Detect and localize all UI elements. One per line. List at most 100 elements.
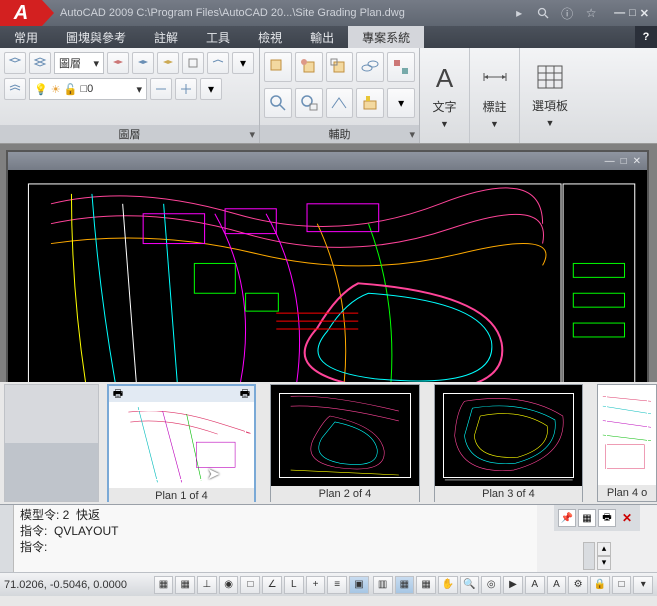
annotation-visibility-icon[interactable]: A [547, 576, 567, 594]
ducs-toggle[interactable]: L [284, 576, 304, 594]
lwt-toggle[interactable]: ≡ [327, 576, 347, 594]
grid-toggle[interactable]: ▦ [175, 576, 195, 594]
workspace-switch-icon[interactable]: ⚙ [568, 576, 588, 594]
layer-tool-2[interactable] [29, 52, 51, 74]
scroll-up-icon[interactable]: ▴ [597, 542, 611, 556]
layout-tile-2[interactable]: Plan 2 of 4 [270, 384, 420, 502]
layer-states-icon[interactable] [4, 78, 26, 100]
doc-close-button[interactable]: ✕ [633, 156, 641, 167]
grid-icon [536, 64, 564, 93]
menu-item-project[interactable]: 專案系統 [348, 26, 424, 48]
panel-expand-icon-2[interactable]: ▾ [409, 128, 415, 141]
menu-item-view[interactable]: 檢視 [244, 26, 296, 48]
minimize-button[interactable]: — [614, 7, 625, 20]
chevron-down-icon: ▼ [490, 119, 499, 129]
qat-dropdown[interactable]: ▸ [508, 4, 530, 22]
snap-toggle[interactable]: ▦ [154, 576, 174, 594]
layer-tool-10[interactable] [175, 78, 197, 100]
layer-dropdown[interactable]: 圖層 ▾ [54, 52, 104, 74]
command-history[interactable]: 模型令: 2 快返 指令: QVLAYOUT 指令: [14, 505, 537, 572]
close-button[interactable]: ✕ [640, 7, 649, 20]
help-icon[interactable]: ? [635, 26, 657, 48]
status-menu-icon[interactable]: ▾ [633, 576, 653, 594]
ribbon: 圖層 ▾ ▾ 💡 ☀ 🔓 □ 0 ▾ ▾ 圖層▾ [0, 48, 657, 144]
layer-tool-8[interactable]: ▾ [232, 52, 254, 74]
layer-tool-1[interactable] [4, 52, 26, 74]
layer-tool-5[interactable] [157, 52, 179, 74]
aux-tool-dropdown[interactable]: ▾ [387, 88, 415, 118]
menu-item-annotate[interactable]: 註解 [140, 26, 192, 48]
chevron-down-icon: ▼ [546, 118, 555, 128]
dyn-toggle[interactable]: + [306, 576, 326, 594]
panel-expand-icon[interactable]: ▾ [249, 128, 255, 141]
pan-icon[interactable]: ✋ [438, 576, 458, 594]
ortho-toggle[interactable]: ⊥ [197, 576, 217, 594]
zoom-window-icon[interactable] [295, 88, 323, 118]
menu-item-home[interactable]: 常用 [0, 26, 52, 48]
maximize-button[interactable]: □ [629, 7, 636, 20]
info-icon[interactable]: ⓘ [556, 4, 578, 22]
quickview-layouts-icon[interactable]: ▦ [395, 576, 415, 594]
showmotion-icon[interactable]: ▶ [503, 576, 523, 594]
titlebar: A AutoCAD 2009 C:\Program Files\AutoCAD … [0, 0, 657, 26]
scroll-down-icon[interactable]: ▾ [597, 556, 611, 570]
quickview-drawings-icon[interactable]: ▦ [416, 576, 436, 594]
toolbar-lock-icon[interactable]: 🔒 [590, 576, 610, 594]
layer-current-dropdown[interactable]: 💡 ☀ 🔓 □ 0 ▾ [29, 78, 147, 100]
pin-icon[interactable]: 📌 [558, 509, 576, 527]
layout-tile-4[interactable]: Plan 4 o [597, 384, 657, 502]
star-icon[interactable]: ☆ [580, 4, 602, 22]
zoom-extents-icon[interactable] [264, 88, 292, 118]
steering-wheel-icon[interactable]: ◎ [481, 576, 501, 594]
qp-toggle[interactable]: ▣ [349, 576, 369, 594]
statusbar: 71.0206, -0.5046, 0.0000 ▦ ▦ ⊥ ◉ □ ∠ L +… [0, 572, 657, 596]
publish-icon[interactable]: 🖶 [240, 385, 250, 404]
layout-tile-label: Plan 2 of 4 [271, 486, 419, 502]
layout-tile-label: Plan 4 o [598, 485, 656, 501]
aux-tool-5[interactable] [387, 52, 415, 82]
osnap-toggle[interactable]: □ [240, 576, 260, 594]
aux-tool-8[interactable] [326, 88, 354, 118]
layout-tile-3[interactable]: Plan 3 of 4 [434, 384, 584, 502]
chevron-down-icon: ▼ [440, 119, 449, 129]
layout-tile-label: Plan 1 of 4 [109, 488, 255, 504]
doc-maximize-button[interactable]: □ [621, 156, 627, 167]
ribbon-btn-annotate[interactable]: 標註 ▼ [470, 48, 520, 143]
menu-item-tools[interactable]: 工具 [192, 26, 244, 48]
menu-item-blocks[interactable]: 圖塊與參考 [52, 26, 140, 48]
layout-tile-1[interactable]: 🖶 🖶 ➤ Plan 1 of 4 [107, 384, 257, 502]
layer-tool-3[interactable] [107, 52, 129, 74]
document-titlebar: — □ ✕ [8, 152, 647, 170]
plot-icon[interactable]: 🖶 [113, 385, 123, 404]
cursor-icon: ➤ [207, 464, 220, 484]
annotation-scale-icon[interactable]: A [525, 576, 545, 594]
layer-tool-11[interactable]: ▾ [200, 78, 222, 100]
ribbon-btn-palette[interactable]: 選項板 ▼ [520, 48, 580, 143]
new-layout-icon[interactable]: ▦ [578, 509, 596, 527]
publish-strip-icon[interactable]: 🖶 [598, 509, 616, 527]
otrack-toggle[interactable]: ∠ [262, 576, 282, 594]
ribbon-btn-text[interactable]: A 文字 ▼ [420, 48, 470, 143]
aux-tool-1[interactable] [264, 52, 292, 82]
search-icon[interactable] [532, 4, 554, 22]
layer-tool-9[interactable] [150, 78, 172, 100]
close-strip-icon[interactable]: ✕ [618, 511, 636, 525]
ribbon-panel-layers: 圖層 ▾ ▾ 💡 ☀ 🔓 □ 0 ▾ ▾ 圖層▾ [0, 48, 260, 143]
doc-minimize-button[interactable]: — [605, 156, 615, 167]
layer-tool-6[interactable] [182, 52, 204, 74]
polar-toggle[interactable]: ◉ [219, 576, 239, 594]
scrollbar-vert[interactable] [583, 542, 595, 570]
app-logo[interactable]: A [0, 0, 42, 26]
layer-tool-4[interactable] [132, 52, 154, 74]
aux-tool-3[interactable] [326, 52, 354, 82]
aux-tool-2[interactable] [295, 52, 323, 82]
model-paper-toggle[interactable]: ▥ [373, 576, 393, 594]
aux-tool-9[interactable] [356, 88, 384, 118]
aux-tool-4[interactable] [356, 52, 384, 82]
model-thumbnail[interactable] [4, 384, 99, 502]
layer-tool-7[interactable] [207, 52, 229, 74]
menu-item-output[interactable]: 輸出 [296, 26, 348, 48]
clean-screen-icon[interactable]: □ [612, 576, 632, 594]
command-area: 模型令: 2 快返 指令: QVLAYOUT 指令: 📌 ▦ 🖶 ✕ ▴ ▾ [0, 504, 657, 572]
zoom-icon[interactable]: 🔍 [460, 576, 480, 594]
